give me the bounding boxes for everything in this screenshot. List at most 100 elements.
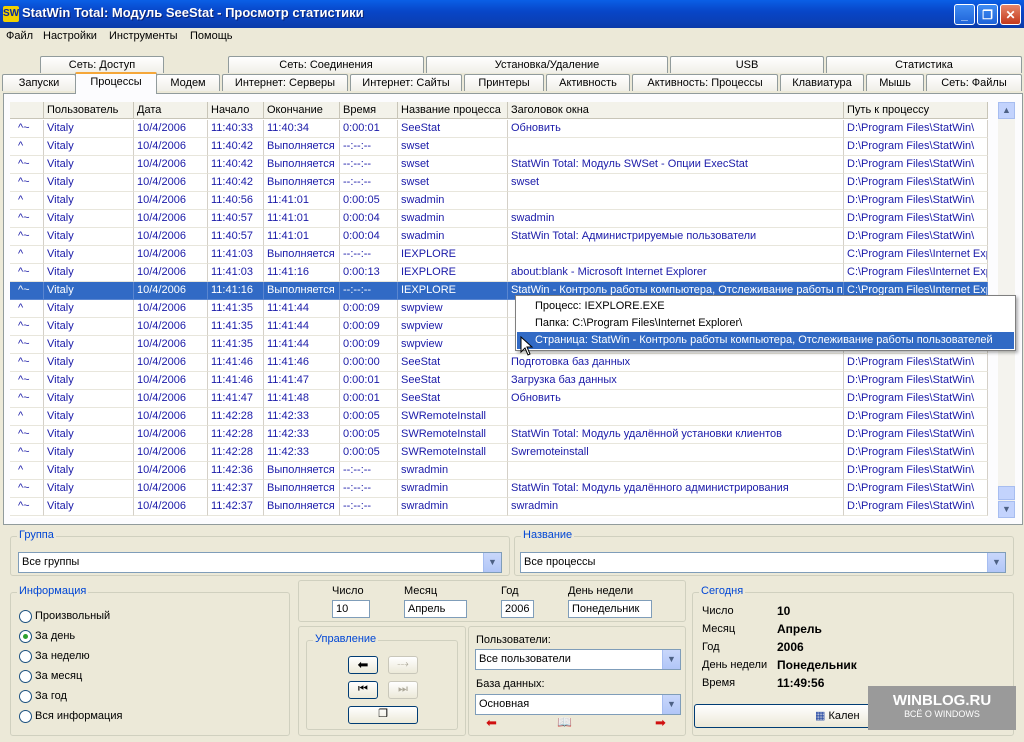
tab-keyboard[interactable]: Клавиатура xyxy=(780,74,864,91)
table-row[interactable]: ^~ Vitaly 10/4/2006 11:42:28 11:42:33 0:00:05… xyxy=(10,426,988,444)
skip-back-icon: ⏮ xyxy=(358,683,368,695)
table-row[interactable]: ^~ Vitaly 10/4/2006 11:41:46 11:41:46 0:00:00… xyxy=(10,354,988,372)
table-row[interactable]: ^ Vitaly 10/4/2006 11:42:28 11:42:33 0:00:05 S… xyxy=(10,408,988,426)
scroll-down-button[interactable]: ▼ xyxy=(998,501,1015,518)
tab-install-uninstall[interactable]: Установка/Удаление xyxy=(426,56,668,73)
tab-activity-processes[interactable]: Активность: Процессы xyxy=(632,74,778,91)
column-header[interactable]: Дата xyxy=(134,102,208,119)
group-select[interactable]: Все группы ▼ xyxy=(18,552,502,573)
table-cell: 10/4/2006 xyxy=(134,228,208,246)
popup-folder[interactable]: Папка: C:\Program Files\Internet Explore… xyxy=(517,315,1014,332)
table-cell: swset xyxy=(398,156,508,174)
radio-dot xyxy=(19,650,32,663)
table-cell: 10/4/2006 xyxy=(134,192,208,210)
today-weekday-label: День недели xyxy=(702,659,768,671)
tab-network-access[interactable]: Сеть: Доступ xyxy=(40,56,164,73)
table-row[interactable]: ^ Vitaly 10/4/2006 11:40:56 11:41:01 0:00:05 s… xyxy=(10,192,988,210)
chevron-down-icon[interactable]: ▼ xyxy=(483,553,501,572)
column-header[interactable]: Название процесса xyxy=(398,102,508,119)
month-label: Месяц xyxy=(404,585,438,597)
maximize-button[interactable]: ❐ xyxy=(977,4,998,25)
db-next-arrow-icon[interactable]: ➡ xyxy=(655,715,666,731)
tab-internet-servers[interactable]: Интернет: Серверы xyxy=(222,74,348,91)
table-cell: Vitaly xyxy=(44,174,134,192)
tab-network-files[interactable]: Сеть: Файлы xyxy=(926,74,1022,91)
table-cell: Выполняется xyxy=(264,246,340,264)
day-field[interactable]: 10 xyxy=(332,600,370,618)
copy-button[interactable]: ❐ xyxy=(348,706,418,724)
table-cell: swset xyxy=(398,138,508,156)
db-prev-arrow-icon[interactable]: ⬅ xyxy=(486,715,497,731)
tab-usb[interactable]: USB xyxy=(670,56,824,73)
next-button[interactable]: ⤏ xyxy=(388,656,418,674)
database-select[interactable]: Основная ▼ xyxy=(475,694,681,715)
tab-modem[interactable]: Модем xyxy=(156,74,220,91)
table-row[interactable]: ^ Vitaly 10/4/2006 11:41:03 Выполняется --:--… xyxy=(10,246,988,264)
column-header[interactable]: Пользователь xyxy=(44,102,134,119)
last-button[interactable]: ⏭ xyxy=(388,681,418,699)
tab-activity[interactable]: Активность xyxy=(546,74,630,91)
scroll-up-button[interactable]: ▲ xyxy=(998,102,1015,119)
table-cell: 11:41:16 xyxy=(264,264,340,282)
tab-processes[interactable]: Процессы xyxy=(75,72,157,94)
tab-launches[interactable]: Запуски xyxy=(2,74,76,91)
tab-printers[interactable]: Принтеры xyxy=(464,74,544,91)
scroll-thumb[interactable] xyxy=(998,486,1015,500)
table-cell: 11:40:33 xyxy=(208,120,264,138)
table-cell: Выполняется xyxy=(264,282,340,300)
chevron-down-icon[interactable]: ▼ xyxy=(662,650,680,669)
table-cell: 11:40:57 xyxy=(208,210,264,228)
column-header[interactable] xyxy=(10,102,44,119)
menu-tools[interactable]: Инструменты xyxy=(109,30,178,42)
table-row[interactable]: ^~ Vitaly 10/4/2006 11:42:37 Выполняется --:-… xyxy=(10,480,988,498)
column-header[interactable]: Заголовок окна xyxy=(508,102,844,119)
tab-statistics[interactable]: Статистика xyxy=(826,56,1022,73)
table-cell: --:--:-- xyxy=(340,156,398,174)
first-button[interactable]: ⏮ xyxy=(348,681,378,699)
table-row[interactable]: ^~ Vitaly 10/4/2006 11:41:03 11:41:16 0:00:13… xyxy=(10,264,988,282)
month-field[interactable]: Апрель xyxy=(404,600,467,618)
group-label: Группа xyxy=(17,529,56,541)
menu-file[interactable]: Файл xyxy=(6,30,33,42)
table-row[interactable]: ^~ Vitaly 10/4/2006 11:41:46 11:41:47 0:00:01… xyxy=(10,372,988,390)
table-row[interactable]: ^~ Vitaly 10/4/2006 11:40:57 11:41:01 0:00:04… xyxy=(10,228,988,246)
table-row[interactable]: ^~ Vitaly 10/4/2006 11:41:47 11:41:48 0:00:01… xyxy=(10,390,988,408)
popup-process[interactable]: Процесс: IEXPLORE.EXE xyxy=(517,298,1014,315)
prev-button[interactable]: ⬅ xyxy=(348,656,378,674)
tab-internet-sites[interactable]: Интернет: Сайты xyxy=(350,74,462,91)
weekday-field[interactable]: Понедельник xyxy=(568,600,652,618)
table-row[interactable]: ^ Vitaly 10/4/2006 11:40:42 Выполняется --:--… xyxy=(10,138,988,156)
table-row[interactable]: ^~ Vitaly 10/4/2006 11:42:28 11:42:33 0:00:05… xyxy=(10,444,988,462)
column-header[interactable]: Начало xyxy=(208,102,264,119)
book-icon[interactable]: 📖 xyxy=(557,715,572,729)
column-header[interactable]: Время xyxy=(340,102,398,119)
minimize-button[interactable]: _ xyxy=(954,4,975,25)
table-row[interactable]: ^~ Vitaly 10/4/2006 11:40:57 11:41:01 0:00:04… xyxy=(10,210,988,228)
table-cell: ^~ xyxy=(10,354,44,372)
table-cell: D:\Program Files\StatWin\ xyxy=(844,156,988,174)
chevron-down-icon[interactable]: ▼ xyxy=(987,553,1005,572)
database-select-value: Основная xyxy=(479,698,530,710)
menu-help[interactable]: Помощь xyxy=(190,30,233,42)
chevron-down-icon[interactable]: ▼ xyxy=(662,695,680,714)
menu-settings[interactable]: Настройки xyxy=(43,30,97,42)
table-cell: ^ xyxy=(10,408,44,426)
table-row[interactable]: ^~ Vitaly 10/4/2006 11:40:42 Выполняется --:-… xyxy=(10,174,988,192)
close-button[interactable]: ✕ xyxy=(1000,4,1021,25)
table-cell: 11:41:35 xyxy=(208,336,264,354)
table-cell: C:\Program Files\Internet Expl xyxy=(844,264,988,282)
table-row[interactable]: ^~ Vitaly 10/4/2006 11:40:33 11:40:34 0:00:01… xyxy=(10,120,988,138)
table-row[interactable]: ^~ Vitaly 10/4/2006 11:40:42 Выполняется --:-… xyxy=(10,156,988,174)
year-field[interactable]: 2006 xyxy=(501,600,534,618)
table-row[interactable]: ^~ Vitaly 10/4/2006 11:42:37 Выполняется --:-… xyxy=(10,498,988,516)
tab-network-connections[interactable]: Сеть: Соединения xyxy=(228,56,424,73)
users-select[interactable]: Все пользователи ▼ xyxy=(475,649,681,670)
popup-page[interactable]: Страница: StatWin - Контроль работы комп… xyxy=(517,332,1014,349)
table-cell: Vitaly xyxy=(44,408,134,426)
radio-dot-selected xyxy=(19,630,32,643)
process-name-select[interactable]: Все процессы ▼ xyxy=(520,552,1006,573)
column-header[interactable]: Путь к процессу xyxy=(844,102,988,119)
table-row[interactable]: ^ Vitaly 10/4/2006 11:42:36 Выполняется --:--… xyxy=(10,462,988,480)
column-header[interactable]: Окончание xyxy=(264,102,340,119)
tab-mouse[interactable]: Мышь xyxy=(866,74,924,91)
